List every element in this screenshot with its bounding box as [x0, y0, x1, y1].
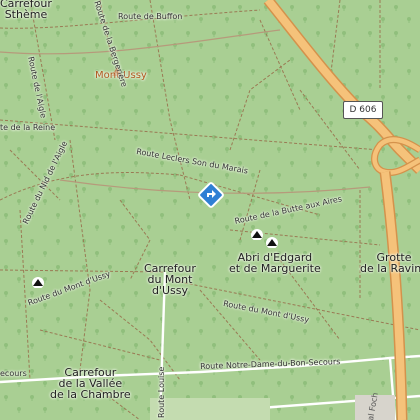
direction-marker-icon[interactable]	[198, 182, 224, 208]
label-route-de-buffon: Route de Buffon	[118, 12, 183, 21]
label-carrefour-stheme: Carrefour Sthème	[0, 0, 52, 21]
label-route-de-la-reine: te de la Reine	[0, 123, 56, 132]
map-view[interactable]: Carrefour Sthème Route de Buffon Mont Us…	[0, 0, 420, 420]
label-abri-edgard: Abri d'Edgard et de Marguerite	[229, 251, 321, 275]
label-carrefour-mont-ussy: Carrefour du Mont d'Ussy	[144, 262, 196, 297]
shelter-icon	[251, 229, 263, 240]
shelter-icon	[32, 277, 44, 288]
label-ecours: ecours	[0, 369, 27, 378]
map-base	[0, 0, 420, 420]
road-shield-d606: D 606	[343, 101, 383, 119]
tree-pattern	[0, 0, 420, 420]
shelter-icon	[266, 237, 278, 248]
label-carrefour-vallee: Carrefour de la Vallée de la Chambre	[50, 366, 131, 401]
label-grotte-ravine: Grotte de la Ravine	[360, 251, 420, 275]
field-area	[150, 398, 270, 420]
label-route-louise: Route Louise	[157, 366, 166, 418]
